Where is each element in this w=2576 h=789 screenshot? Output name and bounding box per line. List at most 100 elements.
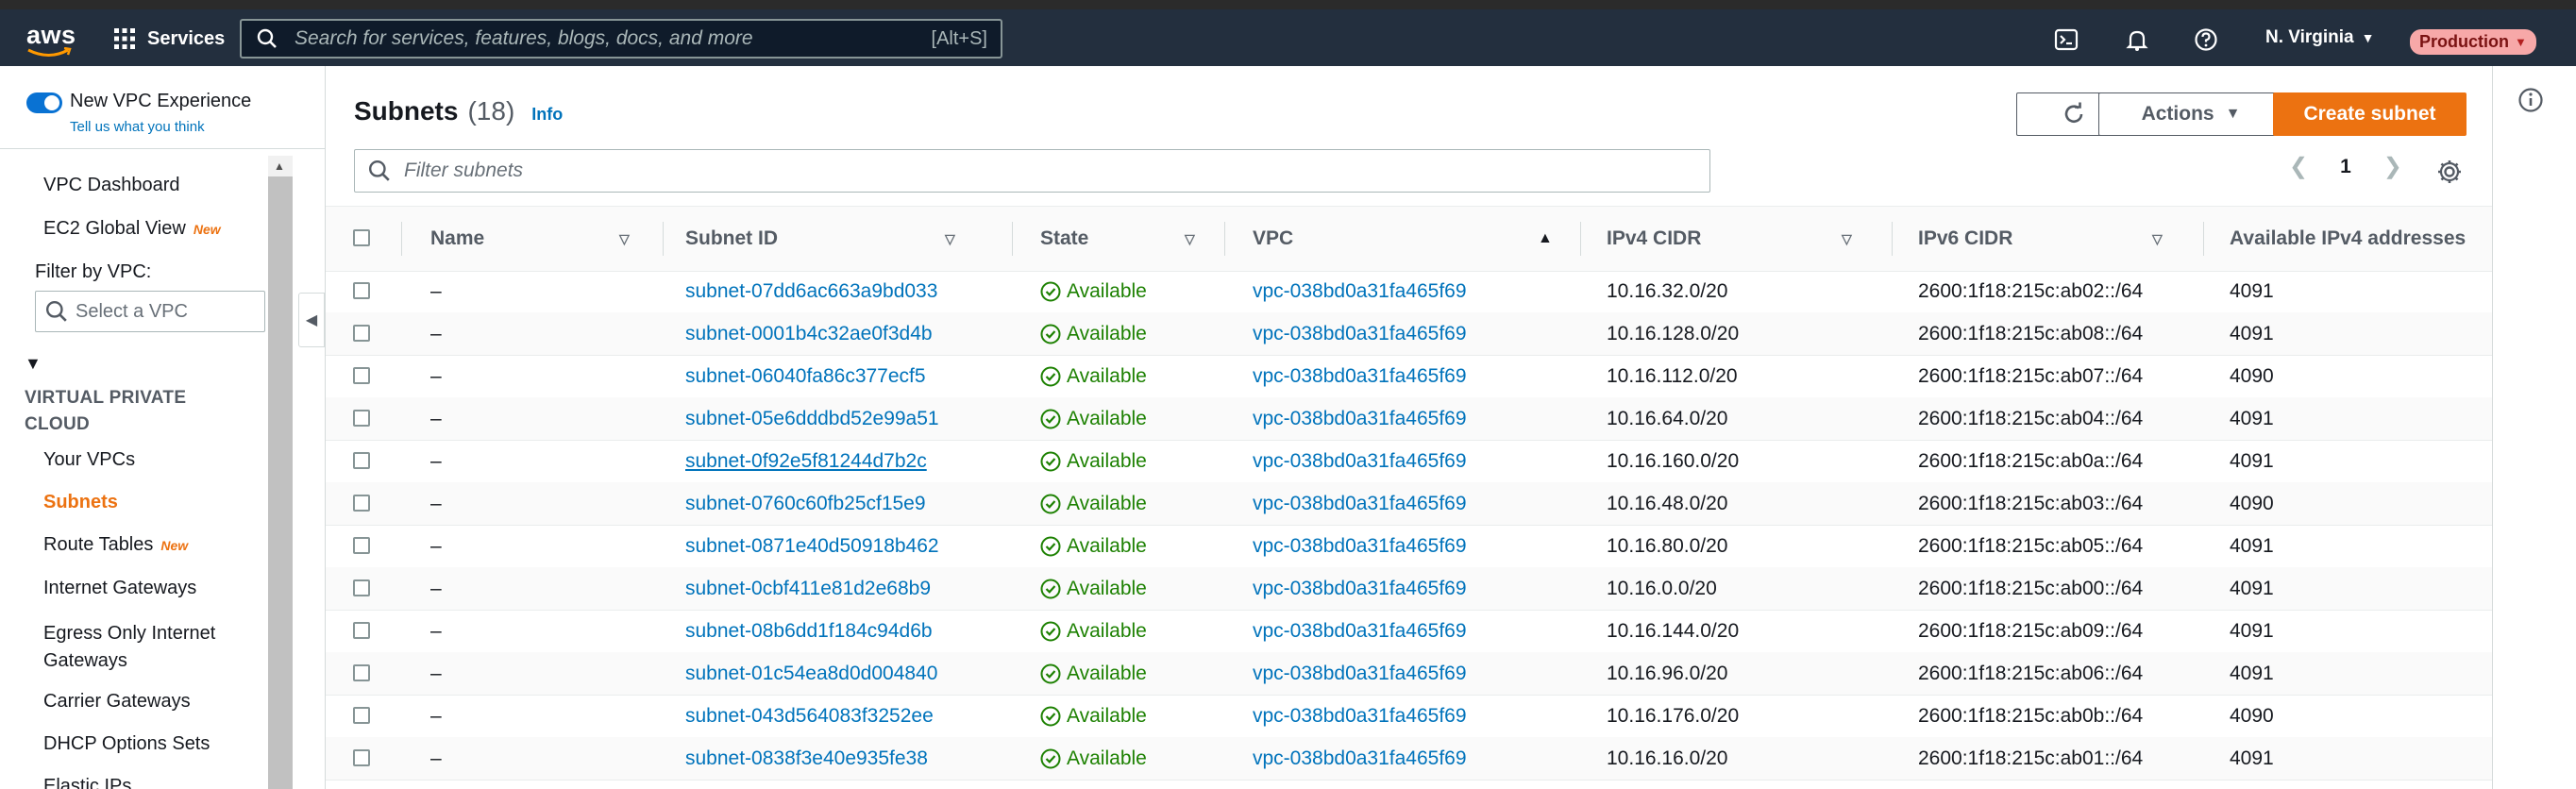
cell-subnet-id-link[interactable]: subnet-05e6dddbd52e99a51 <box>685 397 939 440</box>
global-search-input[interactable]: Search for services, features, blogs, do… <box>240 19 1002 59</box>
column-header-state[interactable]: State ▽ <box>1040 207 1229 271</box>
info-link[interactable]: Info <box>531 105 563 125</box>
row-checkbox[interactable] <box>353 537 370 554</box>
column-header-available-ipv4[interactable]: Available IPv4 addresses <box>2230 207 2484 271</box>
table-row[interactable]: – subnet-0838f3e40e935fe38 Available vpc-03… <box>326 737 2492 781</box>
notifications-icon[interactable] <box>2121 24 2153 56</box>
select-all-checkbox[interactable] <box>353 229 370 246</box>
table-row[interactable]: – subnet-0cbf411e81d2e68b9 Available vpc-03… <box>326 567 2492 611</box>
sidebar-item-internet-gateways[interactable]: Internet Gateways <box>43 578 196 599</box>
check-circle-icon <box>1040 409 1061 428</box>
cell-subnet-id-link[interactable]: subnet-0838f3e40e935fe38 <box>685 737 928 780</box>
cell-vpc-link[interactable]: vpc-038bd0a31fa465f69 <box>1253 312 1467 355</box>
cell-subnet-id-link[interactable]: subnet-0f92e5f81244d7b2c <box>685 440 927 482</box>
sort-icon[interactable]: ▽ <box>945 231 955 247</box>
scrollbar-thumb[interactable] <box>268 176 293 789</box>
sort-icon[interactable]: ▽ <box>1842 231 1852 247</box>
sidebar-item-elastic-ips[interactable]: Elastic IPs <box>43 776 131 789</box>
cell-subnet-id-link[interactable]: subnet-01c54ea8d0d004840 <box>685 652 937 695</box>
column-header-ipv4-cidr[interactable]: IPv4 CIDR ▽ <box>1607 207 1890 271</box>
table-row[interactable]: – subnet-043d564083f3252ee Available vpc-03… <box>326 695 2492 738</box>
row-checkbox[interactable] <box>353 325 370 342</box>
filter-subnets-input[interactable]: Filter subnets <box>354 149 1710 193</box>
previous-page-icon[interactable]: ❮ <box>2289 153 2308 180</box>
table-row[interactable]: – subnet-06040fa86c377ecf5 Available vpc-03… <box>326 355 2492 398</box>
column-header-subnet-id[interactable]: Subnet ID ▽ <box>685 207 968 271</box>
info-icon[interactable] <box>2517 87 2544 118</box>
vpc-filter-select[interactable]: Select a VPC <box>35 291 265 332</box>
caret-down-icon[interactable]: ▼ <box>25 354 42 374</box>
sidebar-item-egress-only-internet-gateways[interactable]: Egress Only Internet Gateways <box>43 620 261 675</box>
table-row[interactable]: – subnet-01c54ea8d0d004840 Available vpc-03… <box>326 652 2492 696</box>
cell-vpc-link[interactable]: vpc-038bd0a31fa465f69 <box>1253 525 1467 567</box>
cell-vpc-link[interactable]: vpc-038bd0a31fa465f69 <box>1253 482 1467 525</box>
sidebar-item-carrier-gateways[interactable]: Carrier Gateways <box>43 691 191 713</box>
cell-vpc-link[interactable]: vpc-038bd0a31fa465f69 <box>1253 652 1467 695</box>
table-row[interactable]: – subnet-07dd6ac663a9bd033 Available vpc-03… <box>326 270 2492 313</box>
row-checkbox[interactable] <box>353 707 370 724</box>
row-checkbox[interactable] <box>353 622 370 639</box>
row-checkbox[interactable] <box>353 579 370 596</box>
sort-icon[interactable]: ▽ <box>1185 231 1195 247</box>
sidebar-item-dhcp-options-sets[interactable]: DHCP Options Sets <box>43 733 210 755</box>
cell-subnet-id-link[interactable]: subnet-0760c60fb25cf15e9 <box>685 482 926 525</box>
scroll-up-icon[interactable]: ▲ <box>274 159 285 173</box>
cell-subnet-id-link[interactable]: subnet-043d564083f3252ee <box>685 695 934 737</box>
cell-vpc-link[interactable]: vpc-038bd0a31fa465f69 <box>1253 397 1467 440</box>
collapse-sidebar-button[interactable]: ◀ <box>298 293 325 347</box>
column-label: VPC <box>1253 227 1294 249</box>
sort-icon[interactable]: ▽ <box>619 231 630 247</box>
gear-icon[interactable] <box>2436 159 2463 190</box>
actions-button[interactable]: Actions ▼ <box>2098 92 2283 136</box>
row-checkbox[interactable] <box>353 282 370 299</box>
services-menu-button[interactable]: Services <box>113 22 225 56</box>
cell-state: Available <box>1040 737 1147 780</box>
sidebar-item-vpc-dashboard[interactable]: VPC Dashboard <box>43 175 180 196</box>
sort-icon[interactable]: ▽ <box>2152 231 2163 247</box>
table-row[interactable]: – subnet-0f92e5f81244d7b2c Available vpc-03… <box>326 440 2492 483</box>
help-icon[interactable] <box>2190 24 2222 56</box>
environment-badge[interactable]: Production ▼ <box>2410 29 2536 55</box>
cell-vpc-link[interactable]: vpc-038bd0a31fa465f69 <box>1253 270 1467 312</box>
table-row[interactable]: – subnet-0001b4c32ae0f3d4b Available vpc-03… <box>326 312 2492 356</box>
cell-subnet-id-link[interactable]: subnet-0871e40d50918b462 <box>685 525 939 567</box>
cloudshell-icon[interactable] <box>2050 24 2082 56</box>
next-page-icon[interactable]: ❯ <box>2383 153 2402 180</box>
table-row[interactable]: – subnet-05e6dddbd52e99a51 Available vpc-03… <box>326 397 2492 441</box>
table-row[interactable]: – subnet-08b6dd1f184c94d6b Available vpc-03… <box>326 610 2492 653</box>
feedback-link[interactable]: Tell us what you think <box>70 119 205 135</box>
row-checkbox[interactable] <box>353 452 370 469</box>
region-selector[interactable]: N. Virginia ▼ <box>2265 27 2374 48</box>
row-checkbox[interactable] <box>353 410 370 427</box>
cell-vpc-link[interactable]: vpc-038bd0a31fa465f69 <box>1253 567 1467 610</box>
cell-vpc-link[interactable]: vpc-038bd0a31fa465f69 <box>1253 440 1467 482</box>
cell-vpc-link[interactable]: vpc-038bd0a31fa465f69 <box>1253 610 1467 652</box>
sidebar-item-ec2-global-view[interactable]: EC2 Global View New <box>43 218 221 240</box>
sidebar-item-subnets[interactable]: Subnets <box>43 492 118 513</box>
sidebar-item-your-vpcs[interactable]: Your VPCs <box>43 449 135 471</box>
cell-subnet-id-link[interactable]: subnet-07dd6ac663a9bd033 <box>685 270 937 312</box>
create-subnet-button[interactable]: Create subnet <box>2273 92 2467 136</box>
new-vpc-experience-toggle[interactable] <box>26 92 62 113</box>
row-checkbox[interactable] <box>353 749 370 766</box>
row-checkbox[interactable] <box>353 367 370 384</box>
aws-logo[interactable]: aws <box>25 19 76 60</box>
cell-vpc-link[interactable]: vpc-038bd0a31fa465f69 <box>1253 355 1467 397</box>
cell-subnet-id-link[interactable]: subnet-08b6dd1f184c94d6b <box>685 610 933 652</box>
column-header-name[interactable]: Name ▽ <box>430 207 648 271</box>
sort-ascending-icon[interactable]: ▲ <box>1538 230 1553 247</box>
column-header-ipv6-cidr[interactable]: IPv6 CIDR ▽ <box>1918 207 2201 271</box>
cell-vpc-link[interactable]: vpc-038bd0a31fa465f69 <box>1253 737 1467 780</box>
sidebar-item-route-tables[interactable]: Route Tables New <box>43 534 188 556</box>
row-checkbox[interactable] <box>353 664 370 681</box>
current-page[interactable]: 1 <box>2340 156 2351 178</box>
cell-subnet-id-link[interactable]: subnet-0cbf411e81d2e68b9 <box>685 567 931 610</box>
row-checkbox[interactable] <box>353 495 370 512</box>
cell-subnet-id-link[interactable]: subnet-06040fa86c377ecf5 <box>685 355 926 397</box>
sidebar-scrollbar[interactable]: ▲ <box>268 156 293 789</box>
table-row[interactable]: – subnet-0871e40d50918b462 Available vpc-03… <box>326 525 2492 568</box>
cell-vpc-link[interactable]: vpc-038bd0a31fa465f69 <box>1253 695 1467 737</box>
table-row[interactable]: – subnet-0760c60fb25cf15e9 Available vpc-03… <box>326 482 2492 526</box>
cell-subnet-id-link[interactable]: subnet-0001b4c32ae0f3d4b <box>685 312 933 355</box>
column-header-vpc[interactable]: VPC ▲ <box>1253 207 1574 271</box>
